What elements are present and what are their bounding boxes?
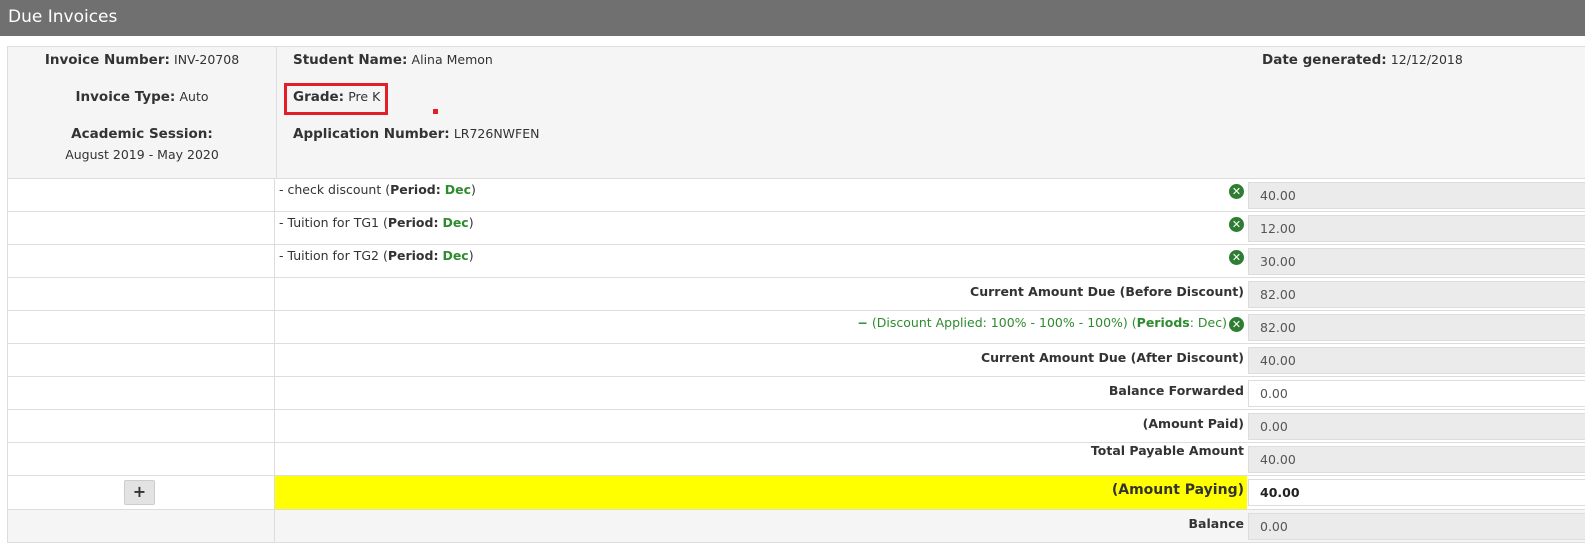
amount-paying-highlight: [275, 476, 1247, 509]
remove-item-icon[interactable]: ✕: [1229, 217, 1244, 232]
table-row: - Tuition for TG2 (Period: Dec) ✕ 30.00: [7, 245, 1585, 278]
table-row: (Amount Paid) 0.00: [7, 410, 1585, 443]
line-item-amount[interactable]: 12.00: [1248, 215, 1585, 242]
table-row: Balance 0.00: [7, 510, 1585, 543]
balance-forwarded-label: Balance Forwarded: [1108, 383, 1244, 398]
invoice-type-label: Invoice Type:: [75, 89, 176, 105]
after-discount-amount[interactable]: 40.00: [1248, 347, 1585, 374]
after-discount-label: Current Amount Due (After Discount): [980, 350, 1244, 365]
invoice-number-value: INV-20708: [174, 52, 240, 67]
grade-highlight-box: [284, 83, 388, 115]
before-discount-label: Current Amount Due (Before Discount): [970, 284, 1244, 299]
amount-paid-amount[interactable]: 0.00: [1248, 413, 1585, 440]
line-item-description: - Tuition for TG2 (Period: Dec): [279, 248, 474, 263]
line-item-amount[interactable]: 40.00: [1248, 182, 1585, 209]
line-item-amount[interactable]: 30.00: [1248, 248, 1585, 275]
application-number-value: LR726NWFEN: [453, 126, 540, 141]
page-title: Due Invoices: [8, 7, 118, 27]
discount-amount[interactable]: 82.00: [1248, 314, 1585, 341]
table-row: − (Discount Applied: 100% - 100% - 100%)…: [7, 311, 1585, 344]
discount-description: − (Discount Applied: 100% - 100% - 100%)…: [857, 315, 1227, 330]
add-button[interactable]: +: [124, 480, 155, 505]
balance-label: Balance: [1188, 516, 1244, 531]
academic-session-value: August 2019 - May 2020: [65, 147, 219, 162]
invoice-header: Invoice Number: INV-20708 Invoice Type: …: [7, 46, 1585, 179]
invoice-number-label: Invoice Number:: [44, 52, 170, 68]
balance-amount[interactable]: 0.00: [1248, 513, 1585, 540]
student-name-value: Alina Memon: [411, 52, 493, 67]
table-row: Current Amount Due (Before Discount) 82.…: [7, 278, 1585, 311]
total-payable-label: Total Payable Amount: [1090, 443, 1244, 458]
annotation-dot: [433, 109, 438, 114]
amount-paying-label: (Amount Paying): [1111, 482, 1244, 498]
date-generated-value: 12/12/2018: [1390, 52, 1463, 67]
invoice-panel: Invoice Number: INV-20708 Invoice Type: …: [7, 46, 1585, 543]
table-row: Current Amount Due (After Discount) 40.0…: [7, 344, 1585, 377]
amount-paying-input[interactable]: 40.00: [1248, 479, 1585, 506]
table-row: Balance Forwarded 0.00: [7, 377, 1585, 410]
balance-forwarded-input[interactable]: 0.00: [1248, 380, 1585, 407]
remove-discount-icon[interactable]: ✕: [1229, 317, 1244, 332]
table-row: Total Payable Amount 40.00: [7, 443, 1585, 476]
line-item-description: - check discount (Period: Dec): [279, 182, 476, 197]
date-generated-label: Date generated:: [1262, 52, 1387, 68]
invoice-type-value: Auto: [179, 89, 209, 104]
student-name-label: Student Name:: [293, 52, 408, 68]
top-bar: Due Invoices: [0, 0, 1585, 36]
invoice-meta-column: Invoice Number: INV-20708 Invoice Type: …: [8, 47, 277, 179]
table-row: - Tuition for TG1 (Period: Dec) ✕ 12.00: [7, 212, 1585, 245]
total-payable-amount[interactable]: 40.00: [1248, 446, 1585, 473]
table-row: - check discount (Period: Dec) ✕ 40.00: [7, 179, 1585, 212]
amount-paid-label: (Amount Paid): [1142, 416, 1244, 431]
line-item-description: - Tuition for TG1 (Period: Dec): [279, 215, 474, 230]
before-discount-amount[interactable]: 82.00: [1248, 281, 1585, 308]
remove-item-icon[interactable]: ✕: [1229, 184, 1244, 199]
minus-icon: −: [857, 315, 868, 330]
application-number-label: Application Number:: [293, 126, 450, 142]
table-row: + (Amount Paying) 40.00: [7, 476, 1585, 510]
academic-session-label: Academic Session:: [71, 126, 213, 142]
remove-item-icon[interactable]: ✕: [1229, 250, 1244, 265]
